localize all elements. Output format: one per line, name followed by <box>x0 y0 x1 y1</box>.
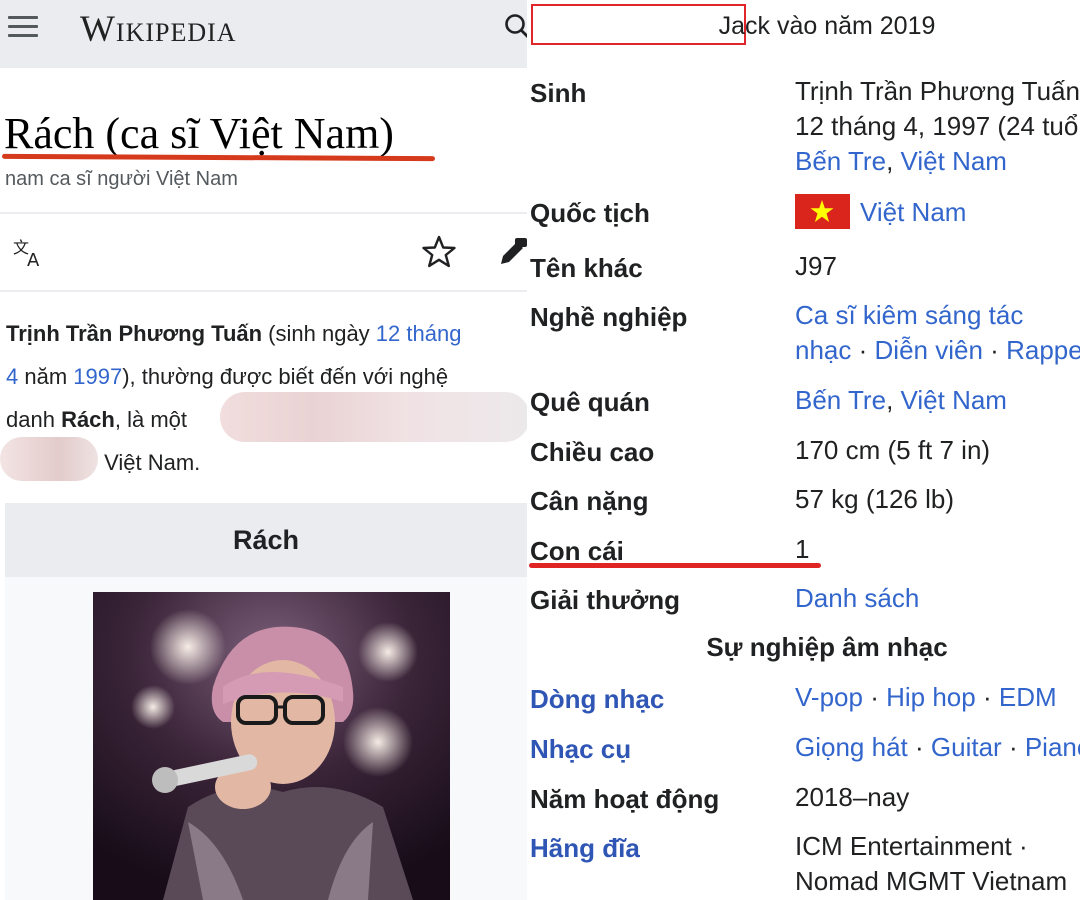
value-children: 1 <box>795 534 810 564</box>
label-genres-link[interactable]: Dòng nhạc <box>530 684 664 715</box>
page-title: Rách (ca sĩ Việt Nam) <box>4 109 394 158</box>
born-date: 12 tháng 4, 1997 (24 tuổi) <box>795 111 1080 141</box>
birthdate-link[interactable]: 12 tháng <box>376 321 462 346</box>
label-labels-link[interactable]: Hãng đĩa <box>530 833 640 864</box>
artist-photo[interactable] <box>93 592 450 900</box>
text: (sinh ngày <box>262 321 376 346</box>
value-hometown: Bến Tre, Việt Nam <box>795 385 1007 415</box>
value-instruments: Giọng hát · Guitar · Piano <box>795 730 1080 765</box>
hometown-country-link[interactable]: Việt Nam <box>901 385 1007 415</box>
text: năm <box>18 364 74 389</box>
page-subtitle: nam ca sĩ người Việt Nam <box>5 168 238 190</box>
value-weight: 57 kg (126 lb) <box>795 484 954 514</box>
value-born: Trịnh Trần Phương Tuấn 12 tháng 4, 1997 … <box>795 74 1080 179</box>
infobox-panel: Jack vào năm 2019 Sinh Trịnh Trần Phương… <box>527 0 1080 900</box>
title-highlight-underline <box>1 153 436 162</box>
image-caption: Jack vào năm 2019 <box>718 12 936 40</box>
watch-star-icon[interactable] <box>421 234 457 270</box>
value-height: 170 cm (5 ft 7 in) <box>795 435 991 465</box>
instrument-link[interactable]: Guitar <box>931 732 1002 762</box>
text: , là một <box>114 407 187 432</box>
language-icon[interactable]: 文 A <box>12 238 46 268</box>
value-genres: V-pop · Hip hop · EDM <box>795 682 1057 712</box>
born-country-link[interactable]: Việt Nam <box>901 146 1007 176</box>
menu-icon[interactable] <box>8 16 38 40</box>
divider <box>0 290 527 292</box>
label-hometown: Quê quán <box>530 387 650 417</box>
text: ), thường được biết đến với nghệ <box>122 364 449 389</box>
value-labels: ICM Entertainment · Nomad MGMT Vietnam <box>795 829 1067 899</box>
instrument-link[interactable]: Giọng hát <box>795 732 908 762</box>
infobox-title: Rách <box>5 503 527 577</box>
text: Việt Nam. <box>98 450 201 475</box>
search-icon[interactable] <box>503 12 527 42</box>
genre-link[interactable]: EDM <box>999 682 1057 712</box>
value-other-names: J97 <box>795 251 837 281</box>
label-instruments-link[interactable]: Nhạc cụ <box>530 734 631 765</box>
born-place-link[interactable]: Bến Tre <box>795 146 886 176</box>
edit-lock-icon[interactable] <box>497 236 527 268</box>
hometown-link[interactable]: Bến Tre <box>795 385 886 415</box>
vietnam-flag-icon <box>795 193 850 229</box>
label-nationality: Quốc tịch <box>530 198 650 228</box>
born-name: Trịnh Trần Phương Tuấn <box>795 76 1080 106</box>
text: danh <box>6 407 62 432</box>
genre-link[interactable]: Hip hop <box>886 682 976 712</box>
value-nationality: Việt Nam <box>795 193 966 232</box>
stage-name: Rách <box>61 407 115 432</box>
genre-link[interactable]: V-pop <box>795 682 863 712</box>
occupation-link[interactable]: Ca sĩ kiêm sáng tác <box>795 300 1023 330</box>
full-name: Trịnh Trần Phương Tuấn <box>6 321 263 346</box>
label-born: Sinh <box>530 78 587 108</box>
section-music-career: Sự nghiệp âm nhạc <box>706 632 948 662</box>
birth-year-link[interactable]: 1997 <box>73 364 122 389</box>
value-occupation: Ca sĩ kiêm sáng tác nhạc · Diễn viên · R… <box>795 298 1080 368</box>
censor-blur <box>0 437 98 481</box>
divider <box>0 212 527 214</box>
value-years-active: 2018–nay <box>795 782 910 812</box>
occupation-link[interactable]: Rapper <box>1006 335 1080 365</box>
svg-text:A: A <box>27 250 40 268</box>
censor-blur <box>220 392 527 442</box>
label-weight: Cân nặng <box>530 486 649 516</box>
label-awards: Giải thưởng <box>530 585 680 615</box>
awards-link[interactable]: Danh sách <box>795 583 919 613</box>
occupation-link[interactable]: nhạc <box>795 335 851 365</box>
children-highlight-underline <box>529 563 821 568</box>
label-height: Chiều cao <box>530 437 655 467</box>
value-awards: Danh sách <box>795 581 919 616</box>
birthdate-link-2[interactable]: 4 <box>6 364 18 389</box>
label-line-1: ICM Entertainment · <box>795 831 1028 861</box>
wikipedia-wordmark[interactable]: Wikipedia <box>80 8 237 51</box>
mobile-article-panel: Wikipedia Rách (ca sĩ Việt Nam) nam ca s… <box>0 0 527 900</box>
label-line-2: Nomad MGMT Vietnam <box>795 866 1068 896</box>
top-bar: Wikipedia <box>0 0 527 68</box>
artist-photo-image <box>93 592 450 900</box>
occupation-link[interactable]: Diễn viên <box>875 335 983 365</box>
label-years-active: Năm hoạt động <box>530 784 720 814</box>
nationality-link[interactable]: Việt Nam <box>860 197 966 227</box>
instrument-link[interactable]: Piano <box>1025 732 1080 762</box>
label-other-names: Tên khác <box>530 253 643 283</box>
label-occupation: Nghề nghiệp <box>530 302 688 332</box>
